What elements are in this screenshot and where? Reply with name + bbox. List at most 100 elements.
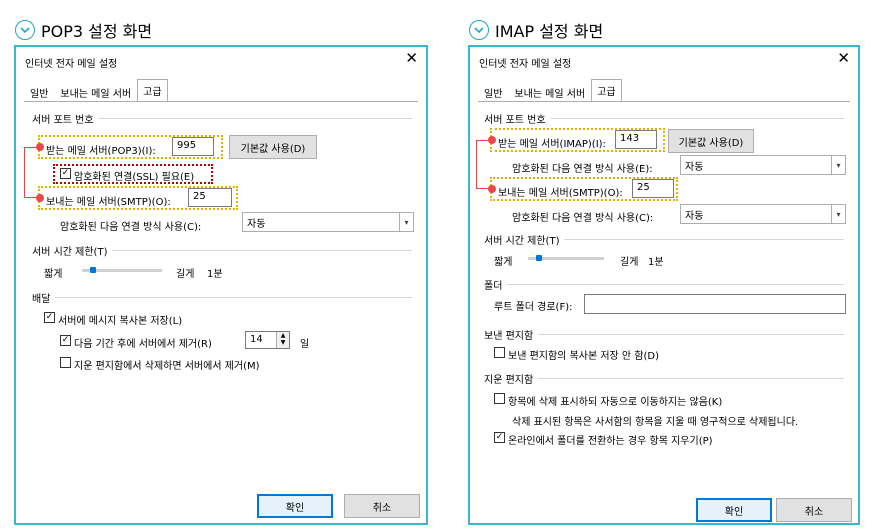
- days-spinner[interactable]: 14 ▲ ▼: [245, 331, 290, 349]
- group-label: 지운 편지함: [484, 375, 534, 386]
- root-folder-input[interactable]: [584, 294, 846, 314]
- incoming-encryption-label: 암호화된 다음 연결 방식 사용(E):: [512, 164, 653, 175]
- encryption-label: 암호화된 다음 연결 방식 사용(C):: [60, 222, 202, 233]
- chevron-down-icon: [15, 20, 35, 40]
- remove-after-checkbox[interactable]: ✓: [60, 335, 71, 346]
- dialog-title: 인터넷 전자 메일 설정: [25, 59, 118, 70]
- highlight-connector: [24, 147, 38, 198]
- remove-deleted-label: 지운 편지함에서 삭제하면 서버에서 제거(M): [74, 361, 260, 372]
- mark-delete-label: 항목에 삭제 표시하되 자동으로 이동하지는 않음(K): [508, 397, 723, 408]
- group-server-timeout: 서버 시간 제한(T): [484, 232, 844, 247]
- mark-delete-checkbox[interactable]: [494, 393, 505, 404]
- use-default-button[interactable]: 기본값 사용(D): [229, 135, 317, 159]
- tab-advanced[interactable]: 고급: [137, 79, 168, 101]
- timeout-short-label: 짧게: [494, 257, 513, 268]
- incoming-port-input[interactable]: 995: [172, 137, 214, 156]
- dialog-title: 인터넷 전자 메일 설정: [479, 59, 572, 70]
- timeout-slider-thumb[interactable]: [90, 267, 96, 273]
- check-icon: ✓: [45, 312, 54, 322]
- close-icon[interactable]: ✕: [405, 51, 418, 66]
- outgoing-port-input[interactable]: 25: [632, 179, 674, 198]
- group-label: 배달: [32, 294, 51, 305]
- outgoing-encryption-label: 암호화된 다음 연결 방식 사용(C):: [512, 213, 654, 224]
- outgoing-encryption-select[interactable]: 자동 ▾: [680, 204, 846, 224]
- leave-copy-checkbox[interactable]: ✓: [44, 312, 55, 323]
- tab-advanced[interactable]: 고급: [591, 79, 622, 101]
- group-server-timeout: 서버 시간 제한(T): [32, 243, 412, 258]
- no-sent-copy-checkbox[interactable]: [494, 347, 505, 358]
- incoming-server-label: 받는 메일 서버(POP3)(I):: [46, 146, 156, 157]
- days-unit: 일: [300, 339, 310, 350]
- tab-strip: 일반 보내는 메일 서버 고급: [24, 79, 168, 101]
- tab-general[interactable]: 일반: [478, 81, 508, 101]
- timeout-short-label: 짧게: [44, 269, 63, 280]
- group-label: 보낸 편지함: [484, 331, 534, 342]
- ok-button[interactable]: 확인: [257, 494, 333, 518]
- cancel-button[interactable]: 취소: [776, 498, 852, 522]
- dialog-titlebar: 인터넷 전자 메일 설정 ✕: [16, 47, 426, 73]
- check-icon: ✓: [61, 168, 70, 178]
- tab-strip: 일반 보내는 메일 서버 고급: [478, 79, 622, 101]
- group-server-ports: 서버 포트 번호: [484, 111, 844, 126]
- group-delivery: 배달: [32, 290, 412, 305]
- leave-copy-label: 서버에 메시지 복사본 저장(L): [58, 316, 183, 327]
- tab-general[interactable]: 일반: [24, 81, 54, 101]
- incoming-server-label: 받는 메일 서버(IMAP)(I):: [498, 139, 606, 150]
- timeout-slider-thumb[interactable]: [535, 255, 542, 261]
- chevron-down-icon: [469, 20, 489, 40]
- incoming-port-input[interactable]: 143: [615, 130, 657, 149]
- chevron-down-icon: ▾: [831, 156, 845, 174]
- close-icon[interactable]: ✕: [837, 51, 850, 66]
- pop3-section-header: POP3 설정 화면: [15, 18, 152, 42]
- group-label: 폴더: [484, 281, 503, 292]
- pop3-section-title: POP3 설정 화면: [41, 22, 153, 41]
- tab-panel-border: [478, 101, 850, 102]
- purge-online-checkbox[interactable]: ✓: [494, 432, 505, 443]
- group-label: 서버 포트 번호: [484, 115, 546, 126]
- chevron-down-icon: ▾: [399, 213, 413, 231]
- outgoing-port-input[interactable]: 25: [188, 188, 232, 207]
- incoming-encryption-select[interactable]: 자동 ▾: [680, 155, 846, 175]
- group-label: 서버 시간 제한(T): [484, 236, 560, 247]
- check-icon: ✓: [495, 432, 504, 442]
- pop3-settings-dialog: 인터넷 전자 메일 설정 ✕ 일반 보내는 메일 서버 고급 서버 포트 번호 …: [14, 45, 428, 525]
- tab-outgoing-server[interactable]: 보내는 메일 서버: [54, 81, 137, 101]
- ok-button[interactable]: 확인: [696, 498, 772, 522]
- group-sent-items: 보낸 편지함: [484, 327, 844, 342]
- group-folders: 폴더: [484, 277, 844, 292]
- group-deleted-items: 지운 편지함: [484, 371, 844, 386]
- timeout-value: 1분: [648, 257, 664, 268]
- tab-panel-border: [24, 101, 418, 102]
- days-value: 14: [250, 334, 263, 345]
- ssl-label: 암호화된 연결(SSL) 필요(E): [74, 172, 195, 183]
- tab-outgoing-server[interactable]: 보내는 메일 서버: [508, 81, 591, 101]
- remove-after-label: 다음 기간 후에 서버에서 제거(R): [74, 339, 212, 350]
- spinner-arrows-icon[interactable]: ▲ ▼: [276, 332, 289, 348]
- outgoing-server-label: 보내는 메일 서버(SMTP)(O):: [498, 188, 623, 199]
- imap-section-title: IMAP 설정 화면: [495, 22, 604, 41]
- mark-delete-note: 삭제 표시된 항목은 사서함의 항목을 지울 때 영구적으로 삭제됩니다.: [512, 417, 799, 428]
- chevron-down-icon: ▾: [831, 205, 845, 223]
- incoming-encryption-value: 자동: [685, 162, 704, 173]
- group-server-ports: 서버 포트 번호: [32, 111, 412, 126]
- root-folder-label: 루트 폴더 경로(F):: [494, 302, 573, 313]
- cancel-button[interactable]: 취소: [344, 494, 420, 518]
- purge-online-label: 온라인에서 폴더를 전환하는 경우 항목 지우기(P): [508, 436, 713, 447]
- highlight-connector: [476, 140, 490, 189]
- encryption-value: 자동: [247, 219, 266, 230]
- outgoing-server-label: 보내는 메일 서버(SMTP)(O):: [46, 197, 171, 208]
- no-sent-copy-label: 보낸 편지함의 복사본 저장 안 함(D): [508, 351, 659, 362]
- outgoing-encryption-value: 자동: [685, 211, 704, 222]
- check-icon: ✓: [61, 335, 70, 345]
- ssl-checkbox[interactable]: ✓: [60, 168, 71, 179]
- group-label: 서버 시간 제한(T): [32, 247, 108, 258]
- remove-deleted-checkbox[interactable]: [60, 357, 71, 368]
- use-default-button[interactable]: 기본값 사용(D): [668, 129, 754, 153]
- group-label: 서버 포트 번호: [32, 115, 94, 126]
- encryption-select[interactable]: 자동 ▾: [242, 212, 414, 232]
- imap-section-header: IMAP 설정 화면: [469, 18, 603, 42]
- timeout-long-label: 길게: [620, 257, 639, 268]
- timeout-value: 1분: [207, 269, 223, 280]
- dialog-titlebar: 인터넷 전자 메일 설정 ✕: [470, 47, 858, 73]
- timeout-long-label: 길게: [176, 269, 195, 280]
